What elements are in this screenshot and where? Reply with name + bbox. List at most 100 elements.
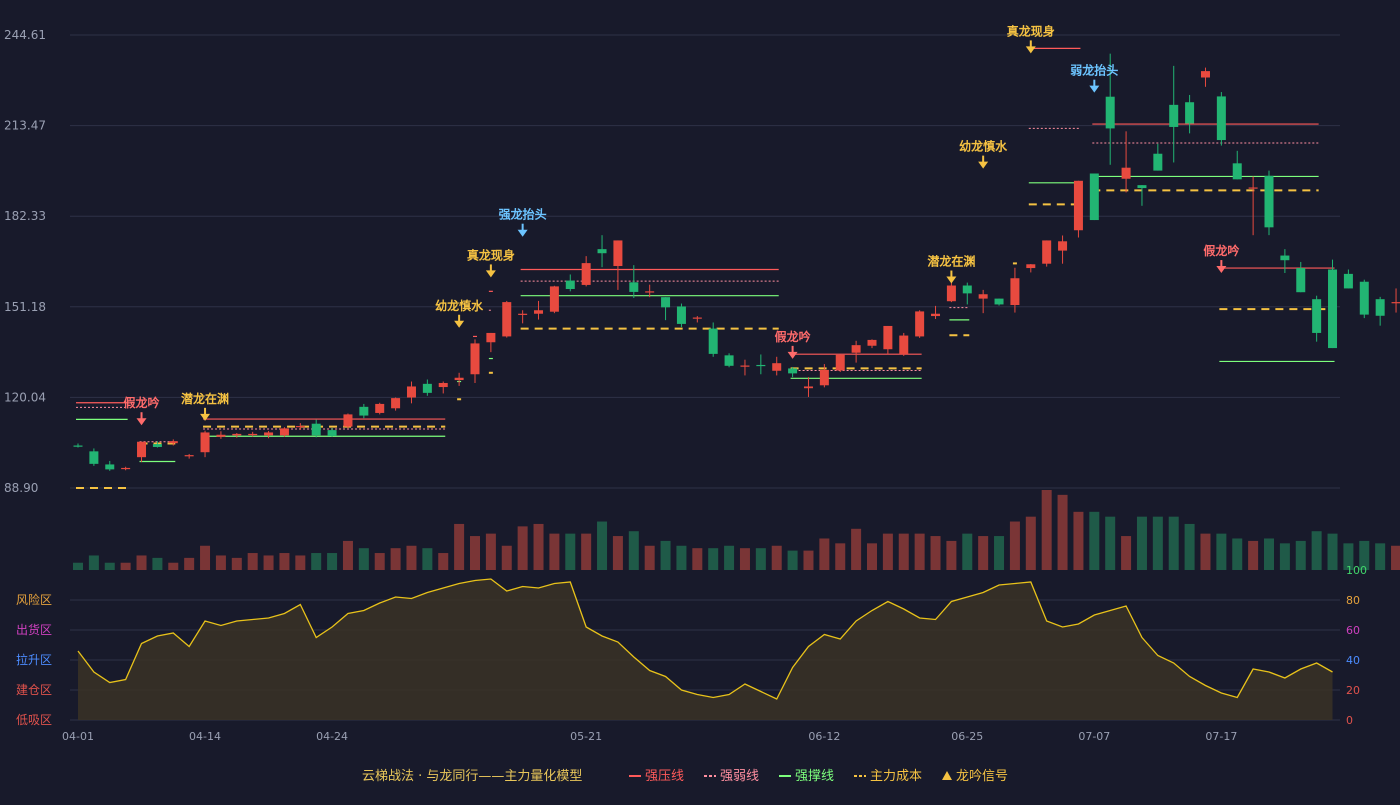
volume-bar (534, 524, 544, 570)
candle-body (1058, 241, 1067, 250)
volume-bar (168, 563, 178, 570)
candle-body (534, 310, 543, 313)
date-tick-label: 04-14 (189, 730, 221, 743)
candle-body (947, 286, 956, 302)
volume-bar (1153, 517, 1163, 570)
volume-bar (1216, 534, 1226, 570)
volume-bar (502, 546, 512, 570)
signal-arrow-icon (518, 230, 528, 237)
candle-body (629, 282, 638, 292)
candle-body (820, 370, 829, 385)
candle-body (312, 424, 321, 436)
price-tick-label: 213.47 (4, 119, 46, 133)
volume-bar (788, 551, 798, 570)
indicator-tick-label: 0 (1346, 714, 1353, 727)
volume-bar (73, 563, 83, 570)
candle-body (677, 306, 686, 323)
signal-arrow-icon (200, 414, 210, 421)
signal-label: 潜龙在渊 (927, 254, 975, 269)
legend-label: 强撑线 (795, 769, 834, 784)
candle-body (1169, 105, 1178, 127)
volume-bar (375, 553, 385, 570)
candle-body (391, 398, 400, 408)
signal-arrow-icon (137, 418, 147, 425)
signal-label: 假龙吟 (775, 329, 811, 344)
candle-body (1090, 174, 1099, 221)
candle-body (1201, 71, 1210, 77)
candle-body (963, 286, 972, 294)
candle-body (598, 249, 607, 253)
date-tick-label: 05-21 (570, 730, 602, 743)
volume-bar (1089, 512, 1099, 570)
indicator-panel: 风险区出货区拉升区建仓区低吸区 (16, 579, 1333, 727)
signal-label: 潜龙在渊 (181, 391, 229, 406)
candle-body (915, 311, 924, 336)
candle-body (1360, 282, 1369, 315)
price-tick-label: 120.04 (4, 390, 46, 404)
candle-body (185, 455, 194, 456)
volume-bar (438, 553, 448, 570)
volume-bar (343, 541, 353, 570)
volume-bar (899, 534, 909, 570)
date-tick-label: 04-01 (62, 730, 94, 743)
candle-body (613, 240, 622, 266)
candle-body (248, 434, 257, 435)
candle-body (1074, 181, 1083, 230)
candle-body (232, 434, 241, 435)
candle-body (772, 363, 781, 371)
volume-bar (708, 548, 718, 570)
date-tick-label: 07-07 (1078, 730, 1110, 743)
signal-arrow-icon (454, 321, 464, 328)
volume-bar (613, 536, 623, 570)
volume-bar (216, 555, 226, 570)
candle-body (1344, 274, 1353, 289)
date-tick-label: 06-25 (951, 730, 983, 743)
candle-body (471, 343, 480, 374)
volume-bar (1375, 543, 1385, 570)
volume-bar (962, 534, 972, 570)
grid (70, 35, 1340, 720)
volume-bar (152, 558, 162, 570)
signal-arrow-icon (978, 162, 988, 169)
zone-label: 风险区 (16, 592, 52, 607)
candle-body (1106, 97, 1115, 129)
volume-bar (232, 558, 242, 570)
candle-body (423, 384, 432, 393)
volume-bar (1312, 531, 1322, 570)
candle-body (137, 442, 146, 457)
candle-body (1010, 278, 1019, 305)
candle-body (852, 345, 861, 353)
date-tick-label: 06-12 (808, 730, 840, 743)
volume-bar (994, 536, 1004, 570)
candle-body (486, 333, 495, 342)
candle-body (788, 368, 797, 373)
candle-body (1122, 168, 1131, 179)
candle-body (407, 386, 416, 397)
volume-bar (597, 522, 607, 570)
volume-bar (803, 551, 813, 570)
volume-bar (295, 555, 305, 570)
candle-body (343, 414, 352, 426)
candle-body (661, 297, 670, 307)
volume-bar (549, 534, 559, 570)
candle-body (883, 326, 892, 349)
candle-body (1233, 163, 1242, 179)
volume-bar (1042, 490, 1052, 570)
candle-body (995, 299, 1004, 305)
signal-arrow-icon (1026, 46, 1036, 53)
price-tick-label: 244.61 (4, 28, 46, 42)
volume-bar (629, 531, 639, 570)
candle-body (1296, 268, 1305, 292)
volume-bar (89, 555, 99, 570)
candle-body (645, 291, 654, 292)
price-tick-label: 182.33 (4, 209, 46, 223)
candle-body (359, 407, 368, 416)
signal-label: 强龙抬头 (499, 207, 547, 222)
candles (74, 54, 1400, 471)
volume-bar (851, 529, 861, 570)
candle-body (1249, 187, 1258, 188)
indicator-tick-label: 60 (1346, 624, 1360, 637)
zone-label: 拉升区 (16, 652, 52, 667)
candle-body (153, 444, 162, 447)
volume-bar (883, 534, 893, 570)
